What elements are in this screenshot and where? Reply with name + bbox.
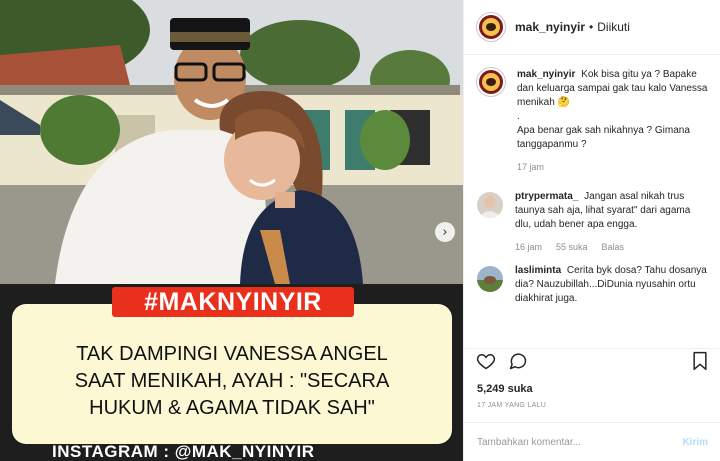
follow-status[interactable]: Diikuti xyxy=(597,20,630,34)
bookmark-icon[interactable] xyxy=(691,351,709,376)
author-avatar[interactable] xyxy=(477,13,505,41)
commenter-avatar[interactable] xyxy=(477,266,503,292)
reply-button[interactable]: Balas xyxy=(602,240,625,254)
comment-item: lasliminta Cerita byk dosa? Tahu dosanya… xyxy=(477,264,708,306)
headline-box: TAK DAMPINGI VANESSA ANGEL SAAT MENIKAH,… xyxy=(12,304,452,444)
comment-username[interactable]: ptrypermata_ xyxy=(515,191,578,202)
likes-label: suka xyxy=(507,383,533,395)
photo-illustration xyxy=(0,0,463,284)
comment-username[interactable]: lasliminta xyxy=(515,265,561,276)
commenter-avatar[interactable] xyxy=(477,192,503,218)
comment-input[interactable] xyxy=(477,436,683,448)
comment-likes[interactable]: 55 suka xyxy=(556,240,588,254)
comment-bubble-icon[interactable] xyxy=(508,351,528,376)
comment-item: ptrypermata_ Jangan asal nikah trus taun… xyxy=(477,190,708,254)
caption-time[interactable]: 17 jam xyxy=(517,160,544,174)
caption-avatar[interactable] xyxy=(477,68,505,96)
likes-count[interactable]: 5,249 suka xyxy=(477,383,533,395)
post-side-panel: mak_nyinyir • Diikuti mak_nyinyir Kok bi… xyxy=(463,0,720,461)
instagram-handle-line: INSTAGRAM : @MAK_NYINYIR xyxy=(52,442,315,461)
likes-number: 5,249 xyxy=(477,383,505,395)
add-comment-bar: Kirim xyxy=(464,422,720,461)
comment-time[interactable]: 16 jam xyxy=(515,240,542,254)
comments-list[interactable]: mak_nyinyir Kok bisa gitu ya ? Bapake da… xyxy=(464,56,720,346)
caption: mak_nyinyir Kok bisa gitu ya ? Bapake da… xyxy=(477,68,708,180)
author-username[interactable]: mak_nyinyir xyxy=(515,20,585,34)
caption-username[interactable]: mak_nyinyir xyxy=(517,69,575,80)
action-bar xyxy=(464,348,720,378)
banner-hashtag: #MAKNYINYIR xyxy=(112,287,354,317)
send-comment-button[interactable]: Kirim xyxy=(682,437,708,448)
chevron-right-icon: › xyxy=(442,224,448,240)
post-media[interactable]: › #MAKNYINYIR TAK DAMPINGI VANESSA ANGEL… xyxy=(0,0,463,461)
post-photo xyxy=(0,0,463,284)
headline-text: TAK DAMPINGI VANESSA ANGEL SAAT MENIKAH,… xyxy=(74,342,390,419)
post-timestamp[interactable]: 17 JAM YANG LALU xyxy=(477,402,546,409)
post-header: mak_nyinyir • Diikuti xyxy=(464,0,720,55)
caption-line-2: . xyxy=(517,111,520,122)
separator-dot: • xyxy=(589,20,594,34)
heart-icon[interactable] xyxy=(476,351,496,376)
next-image-button[interactable]: › xyxy=(435,222,455,242)
caption-line-3: Apa benar gak sah nikahnya ? Gimana tang… xyxy=(517,125,690,150)
